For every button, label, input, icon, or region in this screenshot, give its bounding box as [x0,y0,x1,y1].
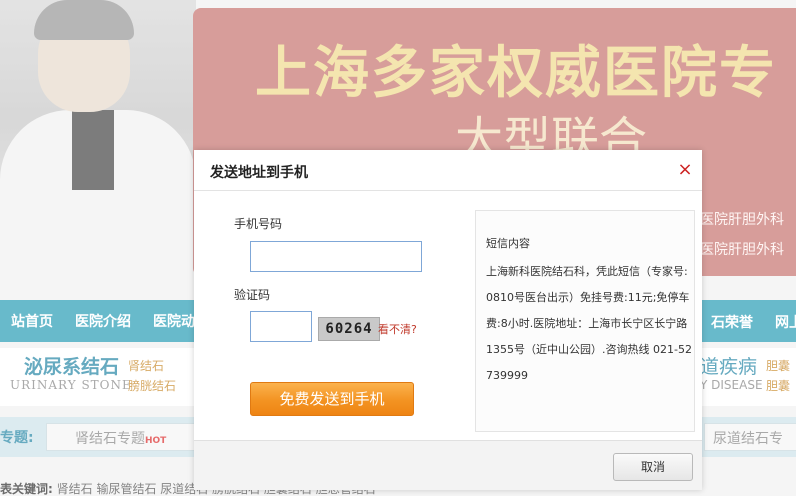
phone-input[interactable] [250,241,422,272]
send-to-phone-button[interactable]: 免费发送到手机 [250,382,414,416]
captcha-image[interactable]: 60264 [318,317,380,341]
cancel-button[interactable]: 取消 [613,453,693,481]
captcha-input[interactable] [250,311,312,342]
captcha-refresh-link[interactable]: 看不清? [378,321,417,337]
dialog-footer: 取消 [194,440,702,490]
dialog-header: 发送地址到手机 × [194,150,702,191]
phone-label: 手机号码 [234,217,283,231]
send-address-dialog: 发送地址到手机 × 手机号码 验证码 60264 看不清? 免费发送到手机 短信… [194,150,702,490]
sms-body: 上海新科医院结石科，凭此短信（专家号:0810号医台出示）免挂号费:11元;免停… [486,265,692,382]
sms-preview-panel: 短信内容 上海新科医院结石科，凭此短信（专家号:0810号医台出示）免挂号费:1… [475,210,695,432]
code-label: 验证码 [234,288,271,302]
dialog-title: 发送地址到手机 [210,165,308,181]
sms-title: 短信内容 [486,237,530,250]
close-icon[interactable]: × [676,160,694,180]
